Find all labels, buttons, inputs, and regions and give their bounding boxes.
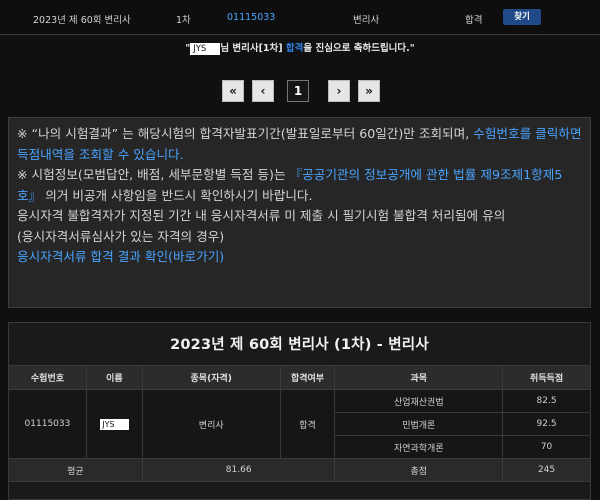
score-table-panel: 2023년 제 60회 변리사 (1차) - 변리사 수험번호 이름 종목(자격… — [8, 322, 591, 500]
congrats-text-before: 님 변리사[1차] — [220, 43, 286, 54]
score-table-title: 2023년 제 60회 변리사 (1차) - 변리사 — [170, 337, 429, 353]
notice-item-2: ※ 시험정보(모범답안, 배점, 세부문항별 득점 등)는 『공공기관의 정보공… — [17, 165, 582, 206]
result-summary-row: 2023년 제 60회 변리사 1차 01115033 변리사 합격 찾기 — [0, 0, 600, 35]
last-page-button[interactable]: » — [358, 80, 380, 102]
next-page-button[interactable]: › — [328, 80, 350, 102]
header-score: 취득득점 — [502, 365, 591, 390]
score-table: 수험번호 이름 종목(자격) 합격여부 과목 취득득점 01115033 JYS… — [8, 365, 591, 482]
notice-1-text: ※ “나의 시험결과” 는 해당시험의 합격자발표기간(발표일로부터 60일간)… — [17, 126, 474, 141]
congrats-text-after: 을 진심으로 축하드립니다." — [303, 43, 415, 54]
double-chevron-right-icon: » — [365, 84, 373, 98]
cell-name: JYS — [85, 389, 143, 459]
chevron-right-icon: › — [336, 84, 342, 98]
notice-2-tail: 의거 비공개 사항임을 반드시 확인하시기 바랍니다. — [41, 187, 313, 203]
prev-page-button[interactable]: ‹ — [252, 80, 274, 102]
pass-status: 합격 — [465, 15, 483, 26]
cell-subject: 민법개론 — [334, 412, 504, 436]
header-name: 이름 — [85, 365, 143, 390]
exam-number-link[interactable]: 01115033 — [227, 12, 275, 23]
qualification: 변리사 — [353, 15, 380, 26]
first-page-button[interactable]: « — [222, 80, 244, 102]
congrats-message: " JYS 님 변리사[1차] 합격을 진심으로 축하드립니다." — [0, 40, 600, 55]
doc-result-link[interactable]: 응시자격서류 합격 결과 확인(바로가기) — [17, 247, 582, 268]
notice-item-1: ※ “나의 시험결과” 는 해당시험의 합격자발표기간(발표일로부터 60일간)… — [17, 124, 582, 165]
user-name: JYS — [190, 43, 221, 55]
exam-name: 2023년 제 60회 변리사 — [33, 15, 131, 26]
page-1-button[interactable]: 1 — [287, 80, 309, 102]
header-exam-number: 수험번호 — [8, 365, 87, 390]
header-status: 합격여부 — [279, 365, 336, 390]
header-subject: 과목 — [334, 365, 504, 390]
notice-2-text: ※ 시험정보(모범답안, 배점, 세부문항별 득점 등)는 — [17, 167, 290, 182]
header-qualification: 종목(자격) — [141, 365, 281, 390]
table-row: 01115033 JYS 변리사 합격 산업재산권법 82.5 — [8, 389, 591, 459]
average-label: 평균 — [8, 458, 143, 482]
exam-round: 1차 — [176, 15, 191, 26]
cell-subject: 자연과학개론 — [334, 435, 504, 459]
cell-exam-number: 01115033 — [8, 389, 87, 459]
cell-status: 합격 — [279, 389, 336, 459]
notice-item-4: (응시자격서류심사가 있는 자격의 경우) — [17, 228, 225, 244]
cell-score: 92.5 — [502, 412, 591, 436]
cell-score: 82.5 — [502, 389, 591, 413]
total-label: 총점 — [334, 458, 504, 482]
notice-item-3: 응시자격 불합격자가 지정된 기간 내 응시자격서류 미 제출 시 필기시험 불… — [17, 208, 506, 223]
table-header-row: 수험번호 이름 종목(자격) 합격여부 과목 취득득점 — [8, 365, 591, 390]
summary-row: 평균 81.66 총점 245 — [8, 458, 591, 482]
cell-score: 70 — [502, 435, 591, 459]
cell-subject: 산업재산권법 — [334, 389, 504, 413]
total-value: 245 — [502, 458, 591, 482]
user-name-chip: JYS — [100, 418, 129, 430]
congrats-pass-word: 합격 — [285, 43, 304, 54]
find-button[interactable]: 찾기 — [503, 9, 541, 25]
double-chevron-left-icon: « — [229, 84, 237, 98]
chevron-left-icon: ‹ — [260, 84, 266, 98]
average-value: 81.66 — [141, 458, 336, 482]
cell-qualification: 변리사 — [141, 389, 281, 459]
notice-box: ※ “나의 시험결과” 는 해당시험의 합격자발표기간(발표일로부터 60일간)… — [8, 117, 591, 308]
